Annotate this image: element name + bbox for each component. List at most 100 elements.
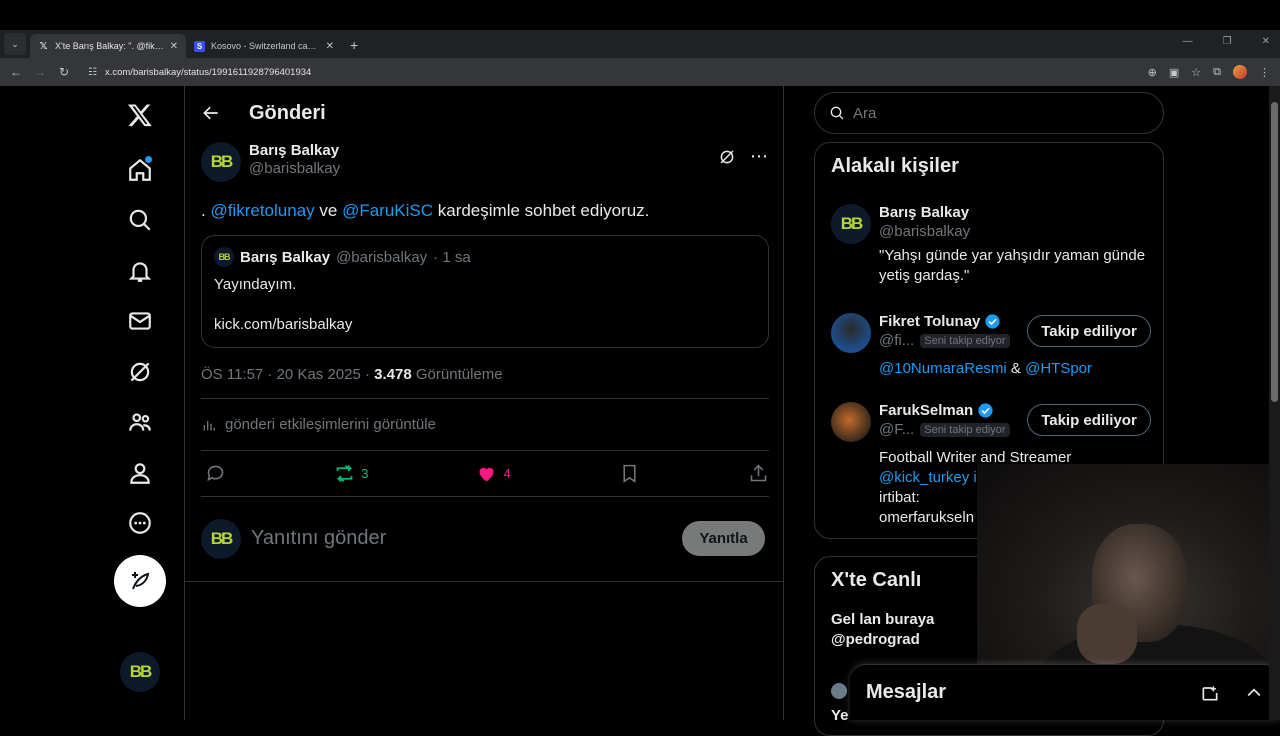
- like-action[interactable]: 4: [476, 463, 511, 484]
- url-field[interactable]: ☷ x.com/barisbalkay/status/1991611928796…: [84, 61, 1119, 83]
- tab-x-post[interactable]: 𝕏 X'te Barış Balkay: ". @fikretolun ✕: [30, 34, 186, 58]
- tab-sofascore[interactable]: S Kosovo - Switzerland canlı skor ✕: [186, 34, 342, 58]
- post-timestamp[interactable]: ÖS 11:57 · 20 Kas 2025 ·: [201, 366, 374, 383]
- messages-drawer[interactable]: Mesajlar: [850, 664, 1280, 720]
- quoted-post[interactable]: BB Barış Balkay @barisbalkay · 1 sa Yayı…: [201, 235, 769, 348]
- analytics-icon: [203, 420, 215, 430]
- new-message-icon[interactable]: [1200, 683, 1220, 703]
- window-controls: — ❐ ✕: [1183, 36, 1270, 47]
- extensions-icon[interactable]: ⧉: [1213, 66, 1221, 79]
- views-label: Görüntüleme: [411, 366, 503, 383]
- more-icon[interactable]: [114, 501, 166, 545]
- cast-icon[interactable]: ▣: [1169, 66, 1179, 79]
- repost-icon: [336, 465, 353, 482]
- page-scrollbar[interactable]: [1269, 86, 1280, 720]
- url-text: x.com/barisbalkay/status/199161192879640…: [104, 66, 312, 78]
- back-icon[interactable]: ←: [4, 65, 28, 79]
- person-handle: @fi...: [879, 332, 915, 349]
- reload-icon[interactable]: ↻: [52, 65, 76, 79]
- person-name: Barış Balkay: [879, 204, 970, 221]
- more-options-icon[interactable]: ⋯: [750, 146, 769, 167]
- post-meta: ÖS 11:57 · 20 Kas 2025 · 3.478 Görüntüle…: [201, 366, 769, 399]
- tab-close-icon[interactable]: ✕: [170, 41, 178, 52]
- bookmark-icon: [623, 464, 636, 483]
- post-text: . @fikretolunay ve @FaruKiSC kardeşimle …: [201, 200, 769, 222]
- tab-search-button[interactable]: ⌄: [4, 33, 26, 55]
- scrollbar-thumb[interactable]: [1271, 102, 1278, 402]
- x-logo-icon[interactable]: [114, 93, 166, 137]
- person-handle: @F...: [879, 421, 915, 438]
- following-button[interactable]: Takip ediliyor: [1027, 315, 1151, 347]
- explore-icon[interactable]: [114, 198, 166, 242]
- quote-link[interactable]: kick.com/barisbalkay: [214, 315, 756, 335]
- notifications-icon[interactable]: [114, 249, 166, 293]
- person-handle: @barisbalkay: [879, 223, 971, 240]
- bookmark-action[interactable]: [619, 463, 640, 484]
- account-avatar[interactable]: BB: [120, 652, 160, 692]
- new-tab-button[interactable]: +: [342, 37, 366, 58]
- post-header: Gönderi: [185, 86, 783, 140]
- back-arrow-icon[interactable]: [201, 103, 221, 123]
- person-avatar: [831, 313, 871, 353]
- forward-icon[interactable]: →: [28, 65, 52, 79]
- address-bar-icons: ⊕ ▣ ☆ ⧉ ⋮: [1148, 65, 1270, 79]
- quote-author-handle: @barisbalkay: [336, 248, 428, 266]
- repost-count: 3: [361, 466, 369, 481]
- messages-icon[interactable]: [114, 299, 166, 343]
- tab-close-icon[interactable]: ✕: [326, 41, 334, 52]
- reply-action[interactable]: [205, 463, 226, 484]
- home-icon[interactable]: [114, 148, 166, 192]
- person-name: Fikret Tolunay: [879, 313, 981, 330]
- sofascore-icon: S: [194, 40, 205, 52]
- live-item-avatar: [831, 683, 847, 699]
- mention-fikretolunay[interactable]: @fikretolunay: [210, 201, 314, 220]
- bookmark-star-icon[interactable]: ☆: [1191, 66, 1201, 79]
- grok-icon[interactable]: [718, 148, 736, 166]
- compose-post-button[interactable]: [114, 555, 166, 607]
- grok-icon[interactable]: [114, 350, 166, 394]
- verified-badge-icon: [978, 403, 993, 418]
- author-avatar[interactable]: BB: [201, 142, 241, 182]
- mention-farukisc[interactable]: @FaruKiSC: [342, 201, 433, 220]
- repost-action[interactable]: 3: [334, 463, 368, 484]
- maximize-icon[interactable]: ❐: [1223, 36, 1232, 47]
- tab-title: X'te Barış Balkay: ". @fikretolun: [55, 41, 164, 51]
- reply-button[interactable]: Yanıtla: [682, 521, 765, 556]
- bio-mention[interactable]: @HTSpor: [1025, 360, 1092, 377]
- communities-icon[interactable]: [114, 400, 166, 444]
- quote-time: · 1 sa: [433, 248, 471, 266]
- bio-mention[interactable]: @10NumaraResmi: [879, 360, 1007, 377]
- author-name[interactable]: Barış Balkay: [249, 142, 340, 159]
- reply-composer: BB Yanıtını gönder Yanıtla: [185, 496, 783, 582]
- feather-plus-icon: [132, 572, 150, 590]
- webcam-overlay: [977, 464, 1280, 692]
- reply-input[interactable]: Yanıtını gönder: [251, 527, 682, 550]
- post-detail: BB Barış Balkay @barisbalkay ⋯ . @fikret…: [201, 142, 769, 497]
- chevron-up-icon[interactable]: [1244, 683, 1264, 703]
- person-bio: "Yahşı günde yar yahşıdır yaman günde ye…: [879, 247, 1146, 284]
- person-name: FarukSelman: [879, 402, 974, 419]
- profile-icon[interactable]: [114, 451, 166, 495]
- quote-avatar: BB: [214, 247, 234, 267]
- follows-you-badge: Seni takip ediyor: [920, 333, 1010, 348]
- search-input[interactable]: Ara: [814, 92, 1164, 134]
- view-engagements[interactable]: gönderi etkileşimlerini görüntüle: [201, 399, 769, 451]
- profile-avatar[interactable]: [1233, 65, 1247, 79]
- x-logo-icon: 𝕏: [39, 40, 48, 52]
- bio-amp: &: [1006, 360, 1026, 377]
- post-text-mid: ve: [314, 201, 343, 220]
- related-title: Alakalı kişiler: [831, 155, 959, 177]
- following-button[interactable]: Takip ediliyor: [1027, 404, 1151, 436]
- menu-icon[interactable]: ⋮: [1259, 66, 1270, 79]
- search-placeholder: Ara: [853, 104, 877, 122]
- author-handle[interactable]: @barisbalkay: [249, 160, 340, 177]
- site-info-icon[interactable]: ☷: [88, 67, 97, 78]
- close-window-icon[interactable]: ✕: [1262, 36, 1270, 47]
- post-text-suffix: kardeşimle sohbet ediyoruz.: [433, 201, 650, 220]
- reply-icon: [207, 465, 224, 482]
- person-avatar: [831, 402, 871, 442]
- share-action[interactable]: [748, 463, 769, 484]
- like-count: 4: [503, 466, 511, 481]
- zoom-icon[interactable]: ⊕: [1148, 66, 1157, 79]
- minimize-icon[interactable]: —: [1183, 36, 1193, 47]
